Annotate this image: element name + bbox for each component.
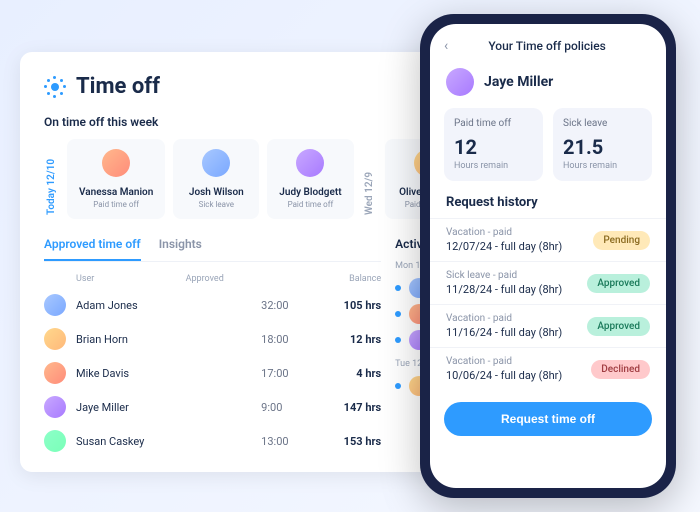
row-name: Brian Horn bbox=[76, 333, 261, 346]
row-name: Susan Caskey bbox=[76, 435, 261, 448]
row-approved: 17:00 bbox=[261, 367, 321, 380]
col-balance: Balance bbox=[280, 274, 381, 284]
tabs: Approved time off Insights bbox=[44, 237, 381, 262]
phone-header: ‹ Your Time off policies bbox=[430, 24, 666, 64]
avatar bbox=[44, 430, 66, 452]
avatar bbox=[202, 149, 230, 177]
tab-approved[interactable]: Approved time off bbox=[44, 237, 141, 261]
balance-sub: Hours remain bbox=[563, 161, 642, 171]
status-badge: Approved bbox=[587, 317, 650, 336]
status-badge: Declined bbox=[591, 360, 650, 379]
approved-column: Approved time off Insights User Approved… bbox=[44, 237, 381, 458]
balance-card[interactable]: Sick leave 21.5 Hours remain bbox=[553, 108, 652, 181]
person-type: Sick leave bbox=[185, 200, 247, 209]
dot-icon bbox=[395, 383, 401, 389]
balance-value: 21.5 bbox=[563, 135, 642, 159]
balance-title: Paid time off bbox=[454, 118, 533, 129]
phone-screen: ‹ Your Time off policies Jaye Miller Pai… bbox=[430, 24, 666, 488]
row-balance: 4 hrs bbox=[321, 367, 381, 380]
day-label: Wed 12/9 bbox=[362, 139, 377, 219]
dot-icon bbox=[395, 337, 401, 343]
profile-row: Jaye Miller bbox=[430, 64, 666, 108]
request-type: Sick leave - paid bbox=[446, 270, 562, 281]
avatar bbox=[44, 294, 66, 316]
request-date: 11/16/24 - full day (8hr) bbox=[446, 326, 562, 339]
person-card[interactable]: Josh Wilson Sick leave bbox=[173, 139, 259, 219]
table-row[interactable]: Mike Davis17:004 hrs bbox=[44, 356, 381, 390]
person-card[interactable]: Vanessa Manion Paid time off bbox=[67, 139, 165, 219]
avatar bbox=[296, 149, 324, 177]
row-approved: 13:00 bbox=[261, 435, 321, 448]
row-name: Adam Jones bbox=[76, 299, 261, 312]
table-row[interactable]: Susan Caskey13:00153 hrs bbox=[44, 424, 381, 458]
balance-value: 12 bbox=[454, 135, 533, 159]
request-row[interactable]: Sick leave - paid 11/28/24 - full day (8h… bbox=[430, 261, 666, 304]
person-name: Judy Blodgett bbox=[279, 187, 341, 198]
page-title: Time off bbox=[76, 74, 160, 99]
row-approved: 18:00 bbox=[261, 333, 321, 346]
request-date: 12/07/24 - full day (8hr) bbox=[446, 240, 562, 253]
request-history-title: Request history bbox=[430, 195, 666, 218]
request-type: Vacation - paid bbox=[446, 356, 562, 367]
request-row[interactable]: Vacation - paid 12/07/24 - full day (8hr)… bbox=[430, 218, 666, 261]
status-badge: Pending bbox=[593, 231, 650, 250]
dot-icon bbox=[395, 311, 401, 317]
request-button[interactable]: Request time off bbox=[444, 402, 652, 436]
request-type: Vacation - paid bbox=[446, 313, 562, 324]
row-balance: 147 hrs bbox=[321, 401, 381, 414]
avatar bbox=[102, 149, 130, 177]
avatar bbox=[44, 396, 66, 418]
row-approved: 32:00 bbox=[261, 299, 321, 312]
avatar bbox=[44, 328, 66, 350]
request-type: Vacation - paid bbox=[446, 227, 562, 238]
day-label: Today 12/10 bbox=[44, 139, 59, 219]
status-badge: Approved bbox=[587, 274, 650, 293]
balance-sub: Hours remain bbox=[454, 161, 533, 171]
request-date: 11/28/24 - full day (8hr) bbox=[446, 283, 562, 296]
person-name: Vanessa Manion bbox=[79, 187, 153, 198]
row-approved: 9:00 bbox=[261, 401, 321, 414]
row-name: Jaye Miller bbox=[76, 401, 261, 414]
person-card[interactable]: Judy Blodgett Paid time off bbox=[267, 139, 353, 219]
balance-card[interactable]: Paid time off 12 Hours remain bbox=[444, 108, 543, 181]
tab-insights[interactable]: Insights bbox=[159, 237, 202, 261]
avatar bbox=[44, 362, 66, 384]
row-balance: 105 hrs bbox=[321, 299, 381, 312]
person-name: Josh Wilson bbox=[185, 187, 247, 198]
balance-title: Sick leave bbox=[563, 118, 642, 129]
dot-icon bbox=[395, 285, 401, 291]
request-date: 10/06/24 - full day (8hr) bbox=[446, 369, 562, 382]
request-row[interactable]: Vacation - paid 11/16/24 - full day (8hr)… bbox=[430, 304, 666, 347]
table-row[interactable]: Adam Jones32:00105 hrs bbox=[44, 288, 381, 322]
profile-name: Jaye Miller bbox=[484, 74, 553, 90]
balance-row: Paid time off 12 Hours remain Sick leave 21.… bbox=[430, 108, 666, 195]
sun-icon bbox=[44, 76, 66, 98]
col-user: User bbox=[44, 274, 186, 284]
phone-frame: ‹ Your Time off policies Jaye Miller Pai… bbox=[420, 14, 676, 498]
row-balance: 12 hrs bbox=[321, 333, 381, 346]
table-header: User Approved Balance bbox=[44, 270, 381, 288]
phone-title: Your Time off policies bbox=[442, 39, 652, 53]
row-balance: 153 hrs bbox=[321, 435, 381, 448]
avatar bbox=[446, 68, 474, 96]
request-row[interactable]: Vacation - paid 10/06/24 - full day (8hr)… bbox=[430, 347, 666, 390]
person-type: Paid time off bbox=[79, 200, 153, 209]
row-name: Mike Davis bbox=[76, 367, 261, 380]
col-approved: Approved bbox=[186, 274, 280, 284]
table-row[interactable]: Jaye Miller9:00147 hrs bbox=[44, 390, 381, 424]
table-row[interactable]: Brian Horn18:0012 hrs bbox=[44, 322, 381, 356]
person-type: Paid time off bbox=[279, 200, 341, 209]
